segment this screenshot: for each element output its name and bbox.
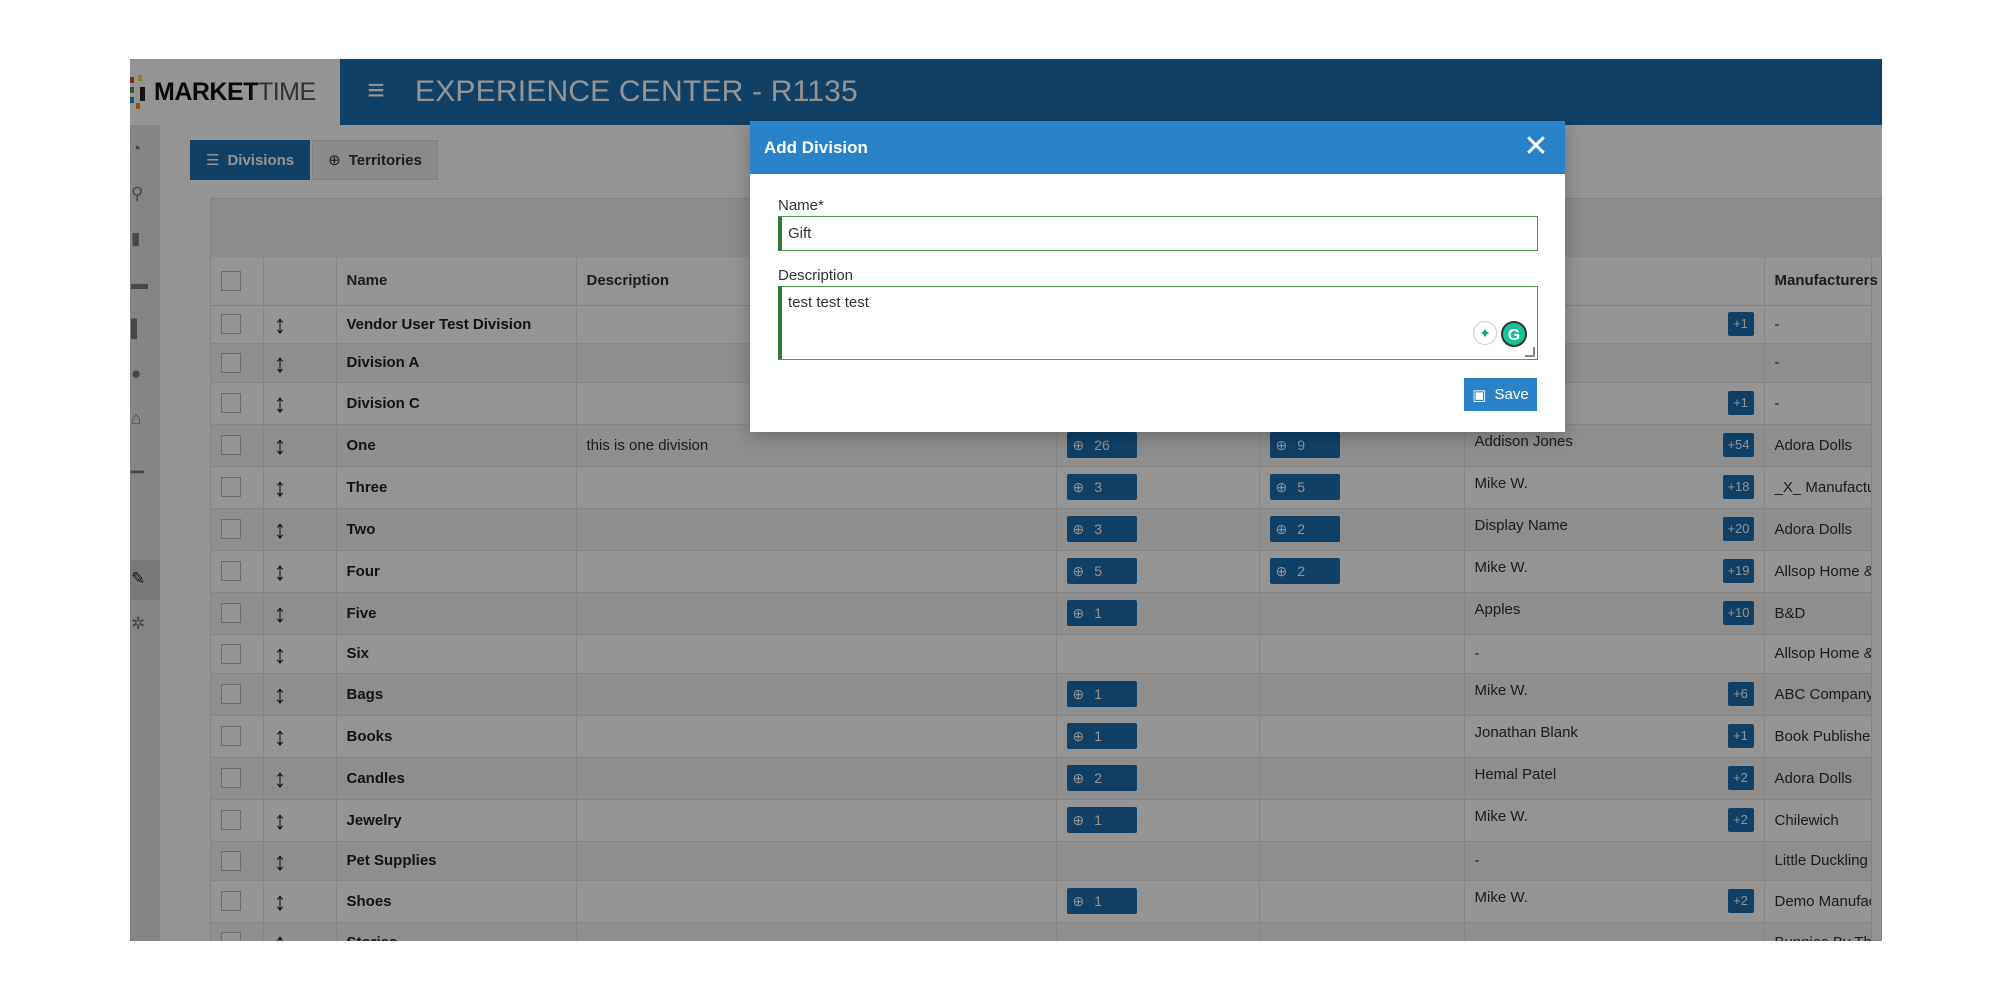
lightbulb-icon[interactable]: ✦ xyxy=(1473,321,1497,345)
resize-handle-icon[interactable] xyxy=(1525,347,1535,357)
description-field[interactable]: test test test ✦ G xyxy=(778,286,1538,360)
description-label: Description xyxy=(778,267,854,284)
save-button[interactable]: ▣ Save xyxy=(1464,378,1537,411)
modal-title: Add Division xyxy=(764,137,868,157)
modal-header: Add Division xyxy=(750,121,1565,174)
close-icon[interactable]: ✕ xyxy=(1521,132,1551,162)
description-value: test test test xyxy=(788,294,869,311)
add-division-modal: Add Division ✕ Name* Description test te… xyxy=(750,121,1565,432)
app-window: MARKETTIME ≡ EXPERIENCE CENTER - R1135 ◔… xyxy=(130,59,1882,941)
save-icon: ▣ xyxy=(1472,386,1487,404)
grammarly-icon[interactable]: G xyxy=(1501,321,1527,347)
grammarly-widget[interactable]: ✦ G xyxy=(1473,321,1527,347)
name-label: Name* xyxy=(778,197,824,214)
name-field[interactable] xyxy=(778,216,1538,251)
save-label: Save xyxy=(1494,386,1529,403)
